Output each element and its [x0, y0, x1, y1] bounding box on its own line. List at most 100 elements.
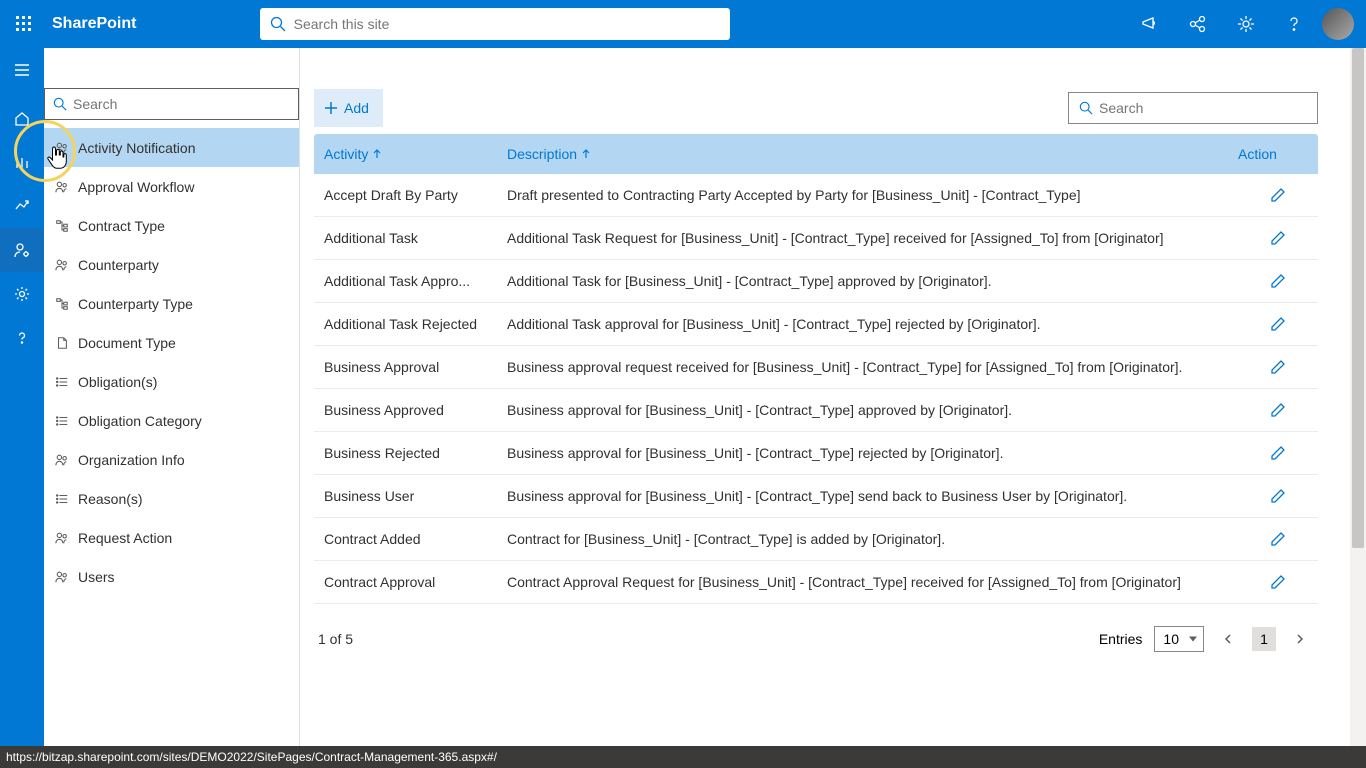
tree-icon [54, 296, 70, 312]
cell-activity: Contract Approval [314, 574, 507, 590]
table-row: Additional TaskAdditional Task Request f… [314, 217, 1318, 260]
sidepanel-item[interactable]: Request Action [44, 518, 299, 557]
rail-home[interactable] [0, 96, 44, 140]
cell-activity: Business Approval [314, 359, 507, 375]
header-actions [1126, 0, 1366, 48]
chevron-right-icon [1294, 633, 1306, 645]
status-bar: https://bitzap.sharepoint.com/sites/DEMO… [0, 746, 1366, 768]
table-row: Contract AddedContract for [Business_Uni… [314, 518, 1318, 561]
table-row: Accept Draft By PartyDraft presented to … [314, 174, 1318, 217]
edit-button[interactable] [1269, 272, 1287, 290]
edit-button[interactable] [1269, 229, 1287, 247]
pencil-icon [1269, 573, 1287, 591]
col-header-description[interactable]: Description [507, 146, 1238, 162]
edit-button[interactable] [1269, 401, 1287, 419]
cell-activity: Business User [314, 488, 507, 504]
edit-button[interactable] [1269, 487, 1287, 505]
list-icon [54, 491, 70, 507]
sidepanel-item[interactable]: Activity Notification [44, 128, 299, 167]
rail-dashboard[interactable] [0, 140, 44, 184]
settings-button[interactable] [1222, 0, 1270, 48]
pagination: 1 of 5 Entries 10 1 [314, 626, 1312, 652]
sidepanel-list: Activity NotificationApproval WorkflowCo… [44, 128, 299, 596]
help-icon [1284, 14, 1304, 34]
cell-action [1238, 573, 1318, 591]
table-search[interactable] [1068, 92, 1318, 124]
sidepanel-item[interactable]: Contract Type [44, 206, 299, 245]
edit-button[interactable] [1269, 315, 1287, 333]
rail-admin[interactable] [0, 228, 44, 272]
cell-description: Contract Approval Request for [Business_… [507, 574, 1238, 590]
pencil-icon [1269, 229, 1287, 247]
gear-icon [1236, 14, 1256, 34]
sidepanel-item[interactable]: Approval Workflow [44, 167, 299, 206]
gear-icon [13, 285, 31, 303]
rail-reports[interactable] [0, 184, 44, 228]
table-search-input[interactable] [1099, 100, 1307, 116]
app-header: SharePoint [0, 0, 1366, 48]
vertical-scrollbar[interactable] [1350, 48, 1366, 746]
edit-button[interactable] [1269, 573, 1287, 591]
megaphone-button[interactable] [1126, 0, 1174, 48]
share-button[interactable] [1174, 0, 1222, 48]
sidepanel-item[interactable]: Reason(s) [44, 479, 299, 518]
cell-description: Draft presented to Contracting Party Acc… [507, 187, 1238, 203]
add-button-label: Add [344, 100, 369, 116]
help-button[interactable] [1270, 0, 1318, 48]
sidepanel-search[interactable] [44, 88, 299, 120]
cell-action [1238, 272, 1318, 290]
sidepanel-item-label: Reason(s) [78, 491, 143, 507]
rail-menu-button[interactable] [0, 48, 44, 92]
table-row: Additional Task RejectedAdditional Task … [314, 303, 1318, 346]
cell-action [1238, 530, 1318, 548]
cell-activity: Additional Task Appro... [314, 273, 507, 289]
sidepanel-item[interactable]: Organization Info [44, 440, 299, 479]
table-header-row: Activity Description Action [314, 134, 1318, 174]
cell-activity: Accept Draft By Party [314, 187, 507, 203]
sidepanel-item[interactable]: Obligation Category [44, 401, 299, 440]
rail-help[interactable] [0, 316, 44, 360]
page-prev-button[interactable] [1216, 627, 1240, 651]
global-search-input[interactable] [294, 16, 720, 32]
table-row: Additional Task Appro...Additional Task … [314, 260, 1318, 303]
sidepanel-item[interactable]: Users [44, 557, 299, 596]
sidepanel-search-input[interactable] [73, 96, 290, 112]
edit-button[interactable] [1269, 444, 1287, 462]
share-icon [1188, 14, 1208, 34]
pencil-icon [1269, 401, 1287, 419]
cell-description: Business approval for [Business_Unit] - … [507, 402, 1238, 418]
sort-asc-icon [581, 149, 591, 159]
edit-button[interactable] [1269, 186, 1287, 204]
pencil-icon [1269, 358, 1287, 376]
global-search[interactable] [260, 8, 730, 40]
people-icon [54, 257, 70, 273]
table-row: Business UserBusiness approval for [Busi… [314, 475, 1318, 518]
rail-settings[interactable] [0, 272, 44, 316]
page-number-current[interactable]: 1 [1252, 627, 1276, 651]
cell-description: Business approval for [Business_Unit] - … [507, 488, 1238, 504]
pencil-icon [1269, 444, 1287, 462]
sidepanel-item-label: Request Action [78, 530, 172, 546]
edit-button[interactable] [1269, 530, 1287, 548]
sidepanel-item[interactable]: Document Type [44, 323, 299, 362]
cell-description: Additional Task Request for [Business_Un… [507, 230, 1238, 246]
cell-description: Contract for [Business_Unit] - [Contract… [507, 531, 1238, 547]
toolbar: Add [314, 88, 1366, 128]
sidepanel-item[interactable]: Obligation(s) [44, 362, 299, 401]
table-row: Business ApprovedBusiness approval for [… [314, 389, 1318, 432]
add-button[interactable]: Add [314, 89, 383, 127]
user-avatar[interactable] [1322, 8, 1354, 40]
sidepanel-item[interactable]: Counterparty Type [44, 284, 299, 323]
app-launcher-button[interactable] [0, 0, 48, 48]
sidepanel-item[interactable]: Counterparty [44, 245, 299, 284]
page-next-button[interactable] [1288, 627, 1312, 651]
col-header-activity[interactable]: Activity [314, 146, 507, 162]
home-icon [13, 109, 31, 127]
entries-select[interactable]: 10 [1154, 626, 1204, 652]
file-icon [54, 335, 70, 351]
person-gear-icon [13, 241, 31, 259]
people-icon [54, 530, 70, 546]
scrollbar-thumb[interactable] [1352, 48, 1364, 548]
cell-activity: Additional Task Rejected [314, 316, 507, 332]
edit-button[interactable] [1269, 358, 1287, 376]
